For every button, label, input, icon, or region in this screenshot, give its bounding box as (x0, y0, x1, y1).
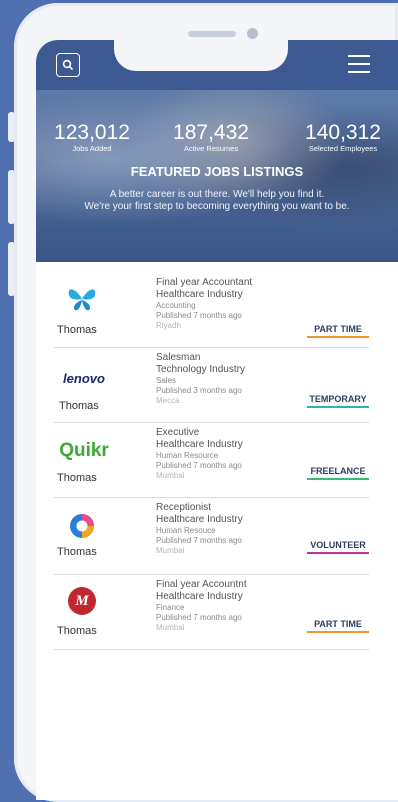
hamburger-menu-icon[interactable] (348, 55, 370, 73)
job-industry: Healthcare Industry (156, 591, 243, 602)
search-icon (62, 59, 74, 71)
job-industry: Healthcare Industry (156, 439, 243, 450)
job-published: Published 7 months ago (156, 613, 242, 622)
stat-label: Jobs Added (72, 144, 112, 153)
stat-selected-employees: 140,312 Selected Employees (290, 121, 396, 154)
job-title: Executive (156, 427, 200, 438)
job-location: Mumbai (156, 623, 185, 632)
stat-value: 123,012 (54, 121, 130, 144)
hero-title: FEATURED JOBS LISTINGS (130, 164, 304, 179)
quikr-logo-text: Quikr (59, 440, 109, 461)
job-location: Riyadh (156, 321, 181, 330)
job-type-badge[interactable]: TEMPORARY (307, 394, 369, 408)
company-name: Thomas (57, 625, 97, 637)
job-department: Human Resource (156, 451, 219, 460)
hero-subtitle: A better career is out there. We'll help… (36, 189, 398, 213)
job-list-item[interactable]: Quikr Thomas Executive Healthcare Indust… (54, 423, 369, 498)
job-published: Published 3 months ago (156, 386, 242, 395)
job-location: Mumbai (156, 546, 185, 555)
app-screen: 123,012 Jobs Added 187,432 Active Resume… (36, 40, 398, 800)
job-location: Mumbai (156, 471, 185, 480)
phone-notch (114, 38, 288, 71)
job-industry: Healthcare Industry (156, 514, 243, 525)
company-name: Thomas (57, 324, 97, 336)
search-button[interactable] (56, 53, 80, 77)
job-list-item[interactable]: lenovo Thomas Salesman Technology Indust… (54, 348, 369, 423)
job-published: Published 7 months ago (156, 461, 242, 470)
job-location: Mecca (156, 396, 180, 405)
job-type-badge[interactable]: VOLUNTEER (307, 540, 369, 554)
job-list-item[interactable]: M Thomas Final year Accountnt Healthcare… (54, 575, 369, 650)
job-title: Receptionist (156, 502, 212, 513)
m-logo-text: M (75, 592, 89, 609)
job-department: Finance (156, 603, 185, 612)
job-published: Published 7 months ago (156, 536, 242, 545)
job-title: Final year Accountant (156, 277, 253, 288)
job-published: Published 7 months ago (156, 311, 242, 320)
stat-value: 187,432 (173, 121, 249, 144)
company-name: Thomas (57, 546, 97, 558)
quikr-logo: Quikr (54, 435, 114, 467)
job-list: Thomas Final year Accountant Healthcare … (54, 273, 369, 650)
stat-jobs-added: 123,012 Jobs Added (52, 121, 132, 154)
job-list-item[interactable]: Thomas Final year Accountant Healthcare … (54, 273, 369, 348)
hero-subtitle-line: A better career is out there. We'll help… (109, 189, 325, 200)
job-type-badge[interactable]: PART TIME (307, 324, 369, 338)
job-title: Final year Accountnt (156, 579, 247, 590)
job-industry: Healthcare Industry (156, 289, 243, 300)
company-name: Thomas (59, 400, 99, 412)
job-industry: Technology Industry (156, 364, 245, 375)
stat-label: Active Resumes (183, 144, 239, 153)
hero-banner: 123,012 Jobs Added 187,432 Active Resume… (36, 90, 398, 262)
job-title: Salesman (156, 352, 201, 363)
job-department: Accounting (156, 301, 196, 310)
stat-value: 140,312 (305, 121, 381, 144)
lenovo-logo-text: lenovo (63, 370, 105, 386)
company-name: Thomas (57, 472, 97, 484)
butterfly-logo (64, 283, 100, 315)
job-type-badge[interactable]: PART TIME (307, 619, 369, 633)
job-department: Sales (156, 376, 177, 385)
job-type-badge[interactable]: FREELANCE (307, 466, 369, 480)
speaker-grille (188, 31, 236, 37)
stat-active-resumes: 187,432 Active Resumes (170, 121, 252, 154)
lenovo-logo: lenovo (54, 362, 114, 394)
stat-label: Selected Employees (308, 144, 378, 153)
hero-subtitle-line: We're your first step to becoming everyt… (84, 201, 350, 212)
ring-logo (64, 510, 100, 542)
front-camera (247, 28, 258, 39)
m-logo: M (64, 585, 100, 617)
job-list-item[interactable]: Thomas Receptionist Healthcare Industry … (54, 498, 369, 575)
job-department: Human Resouce (156, 526, 216, 535)
